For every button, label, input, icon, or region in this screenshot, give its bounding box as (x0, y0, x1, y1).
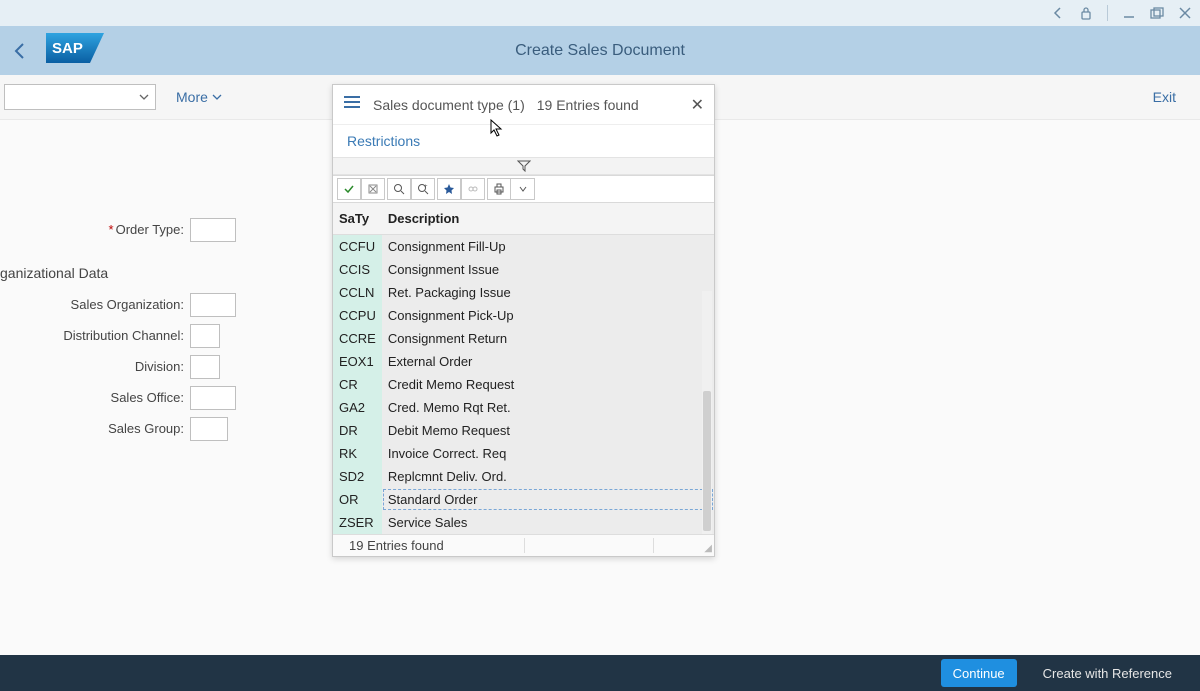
table-row[interactable]: CCLNRet. Packaging Issue (333, 281, 714, 304)
order-type-label: *Order Type: (0, 222, 190, 237)
table-row[interactable]: RKInvoice Correct. Req (333, 442, 714, 465)
find-next-button[interactable]: + (411, 178, 435, 200)
sales-group-label: Sales Group: (0, 421, 190, 436)
filter-icon[interactable] (517, 160, 531, 172)
cell-desc: Consignment Fill-Up (382, 235, 714, 259)
value-help-popup: Sales document type (1) 19 Entries found… (332, 84, 715, 557)
table-row[interactable]: EOX1External Order (333, 350, 714, 373)
svg-text:+: + (424, 184, 428, 190)
header-bar: SAP Create Sales Document (0, 26, 1200, 75)
cell-saty: CCPU (333, 304, 382, 327)
table-row[interactable]: ZSERService Sales (333, 511, 714, 534)
col-desc[interactable]: Description (382, 203, 714, 235)
exit-link[interactable]: Exit (1153, 89, 1176, 105)
toolbar-combo[interactable] (4, 84, 156, 110)
cell-desc: Service Sales (382, 511, 714, 534)
table-row[interactable]: DRDebit Memo Request (333, 419, 714, 442)
cell-saty: CCFU (333, 235, 382, 259)
cell-desc: Cred. Memo Rqt Ret. (382, 396, 714, 419)
cell-desc: Consignment Return (382, 327, 714, 350)
cell-desc: Replcmnt Deliv. Ord. (382, 465, 714, 488)
close-icon[interactable] (1178, 6, 1192, 20)
popup-filter-toggle-row (333, 157, 714, 175)
table-row[interactable]: CCPUConsignment Pick-Up (333, 304, 714, 327)
page-title: Create Sales Document (515, 42, 685, 60)
popup-close-button[interactable]: ✕ (691, 95, 704, 115)
divider (1107, 5, 1108, 21)
resize-grip[interactable]: ◢ (704, 543, 712, 554)
cancel-button[interactable] (361, 178, 385, 200)
cell-saty: OR (333, 488, 382, 511)
cell-saty: SD2 (333, 465, 382, 488)
print-button[interactable] (487, 178, 511, 200)
popup-scrollbar[interactable] (702, 291, 712, 534)
order-type-input[interactable] (190, 218, 236, 242)
col-saty[interactable]: SaTy (333, 203, 382, 235)
system-bar (0, 0, 1200, 26)
sales-office-label: Sales Office: (0, 390, 190, 405)
prev-icon[interactable] (1051, 6, 1065, 20)
results-table: SaTy Description CCFUConsignment Fill-Up… (333, 203, 714, 534)
cell-saty: DR (333, 419, 382, 442)
table-row[interactable]: SD2Replcmnt Deliv. Ord. (333, 465, 714, 488)
continue-button[interactable]: Continue (941, 659, 1017, 687)
cell-saty: GA2 (333, 396, 382, 419)
cell-saty: CCLN (333, 281, 382, 304)
popup-status-bar: 19 Entries found ◢ (333, 534, 714, 556)
sales-org-input[interactable] (190, 293, 236, 317)
create-with-reference-button[interactable]: Create with Reference (1031, 659, 1184, 687)
cell-desc: Consignment Issue (382, 258, 714, 281)
status-text: 19 Entries found (349, 538, 444, 553)
accept-button[interactable] (337, 178, 361, 200)
cell-desc: Ret. Packaging Issue (382, 281, 714, 304)
print-dropdown[interactable] (511, 178, 535, 200)
cell-saty: CR (333, 373, 382, 396)
popup-title: Sales document type (1) (373, 97, 525, 113)
tab-restrictions[interactable]: Restrictions (347, 133, 420, 149)
division-input[interactable] (190, 355, 220, 379)
cell-desc: Invoice Correct. Req (382, 442, 714, 465)
table-row[interactable]: GA2Cred. Memo Rqt Ret. (333, 396, 714, 419)
sap-logo: SAP (46, 33, 104, 68)
division-label: Division: (0, 359, 190, 374)
popup-count: 19 Entries found (537, 97, 639, 113)
cell-saty: ZSER (333, 511, 382, 534)
sales-group-input[interactable] (190, 417, 228, 441)
cell-desc: Debit Memo Request (382, 419, 714, 442)
table-row[interactable]: CCREConsignment Return (333, 327, 714, 350)
sales-org-label: Sales Organization: (0, 297, 190, 312)
favorite-button[interactable] (437, 178, 461, 200)
dist-channel-label: Distribution Channel: (0, 328, 190, 343)
find-button[interactable] (387, 178, 411, 200)
cell-desc: Standard Order (382, 488, 714, 511)
dist-channel-input[interactable] (190, 324, 220, 348)
popup-menu-button[interactable] (343, 95, 361, 114)
cell-desc: Credit Memo Request (382, 373, 714, 396)
cell-desc: Consignment Pick-Up (382, 304, 714, 327)
table-row[interactable]: ORStandard Order (333, 488, 714, 511)
sales-office-input[interactable] (190, 386, 236, 410)
restore-icon[interactable] (1150, 6, 1164, 20)
back-button[interactable] (0, 42, 40, 60)
table-row[interactable]: CRCredit Memo Request (333, 373, 714, 396)
table-row[interactable]: CCFUConsignment Fill-Up (333, 235, 714, 259)
more-label: More (176, 89, 208, 105)
footer-bar: Continue Create with Reference (0, 655, 1200, 691)
cell-saty: EOX1 (333, 350, 382, 373)
personal-list-button[interactable] (461, 178, 485, 200)
cell-desc: External Order (382, 350, 714, 373)
table-row[interactable]: CCISConsignment Issue (333, 258, 714, 281)
lock-icon[interactable] (1079, 6, 1093, 20)
svg-text:SAP: SAP (52, 40, 83, 57)
more-menu[interactable]: More (176, 89, 222, 105)
cell-saty: CCRE (333, 327, 382, 350)
cell-saty: CCIS (333, 258, 382, 281)
cell-saty: RK (333, 442, 382, 465)
minimize-icon[interactable] (1122, 6, 1136, 20)
popup-toolbar: + (333, 175, 714, 203)
